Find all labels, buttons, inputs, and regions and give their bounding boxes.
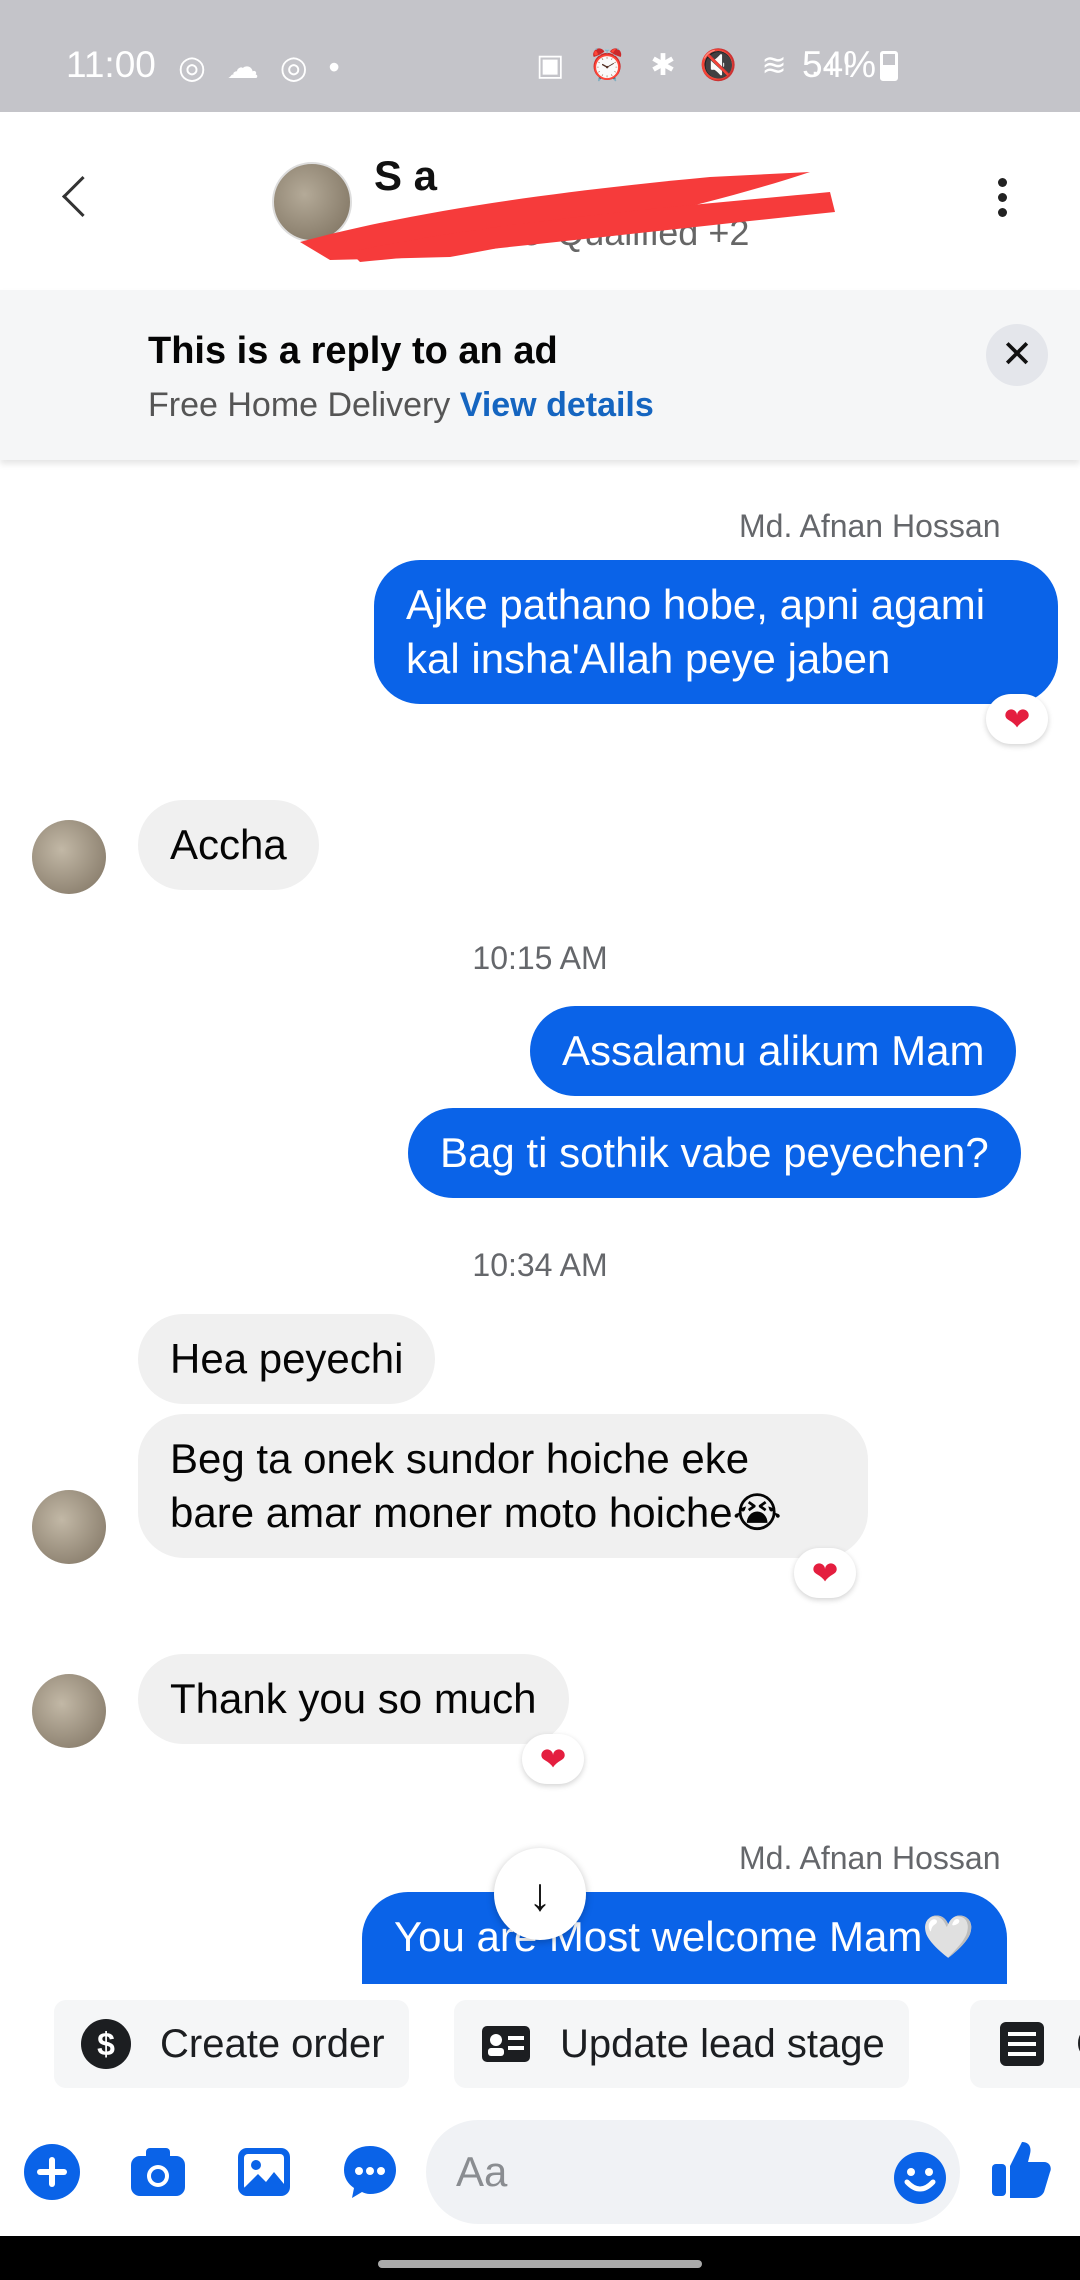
timestamp-separator: 10:34 AM (472, 1247, 608, 1283)
update-lead-stage-label: Update lead stage (560, 2022, 885, 2066)
incoming-message[interactable]: Beg ta onek sundor hoiche eke bare amar … (138, 1414, 868, 1558)
update-lead-stage-button[interactable]: Update lead stage (454, 2000, 909, 2088)
contact-avatar-small[interactable] (32, 820, 106, 894)
status-time: 11:00 (66, 44, 156, 85)
emoji-icon[interactable] (892, 2150, 948, 2206)
heart-reaction-icon[interactable]: ❤ (522, 1734, 584, 1784)
ad-reply-banner: This is a reply to an ad Free Home Deliv… (0, 290, 1080, 460)
ad-banner-title: This is a reply to an ad (148, 330, 558, 372)
outgoing-message[interactable]: Ajke pathano hobe, apni agami kal insha'… (374, 560, 1058, 704)
incoming-message[interactable]: Thank you so much (138, 1654, 569, 1744)
back-button[interactable] (52, 168, 102, 228)
battery-icon (880, 51, 899, 81)
battery-percent: 54% (802, 44, 877, 85)
home-handle[interactable] (378, 2260, 702, 2268)
scroll-to-bottom-button[interactable]: ↓ (494, 1848, 586, 1940)
notification-icons: ◎ ☁ ◎ • (178, 49, 346, 85)
third-quick-action-button[interactable]: C (970, 2000, 1080, 2088)
sender-label: Md. Afnan Hossan (739, 508, 1001, 544)
contact-card-icon (482, 2026, 530, 2062)
plus-icon[interactable] (22, 2142, 82, 2202)
timestamp-separator: 10:15 AM (472, 940, 608, 976)
outgoing-message[interactable]: You are Most welcome Mam🤍 (362, 1892, 1007, 1984)
contact-avatar-small[interactable] (32, 1674, 106, 1748)
ad-subtitle-text: Free Home Delivery (148, 386, 451, 424)
sender-label: Md. Afnan Hossan (739, 1840, 1001, 1876)
incoming-message[interactable]: Accha (138, 800, 319, 890)
svg-text:$: $ (97, 2026, 115, 2062)
camera-icon[interactable] (128, 2142, 188, 2202)
create-order-button[interactable]: $ Create order (54, 2000, 409, 2088)
ad-banner-subtitle: Free Home Delivery View details (148, 386, 654, 425)
conversation-header: S a Intake ⊗ Qualified +2 (0, 112, 1080, 290)
create-order-label: Create order (160, 2022, 385, 2066)
dot-icon (997, 208, 1007, 217)
message-input[interactable] (426, 2120, 960, 2224)
contact-avatar-small[interactable] (32, 1490, 106, 1564)
chat-bubble-icon[interactable] (340, 2142, 400, 2202)
messenger-screen: 11:00 ◎ ☁ ◎ • ▣ ⏰ ✱ 🔇 ≋ .ıl 54% S a Inta… (0, 0, 1080, 2280)
dollar-icon: $ (81, 2019, 131, 2069)
dot-icon (997, 178, 1007, 187)
dot-icon (997, 193, 1007, 202)
third-quick-action-label: C (1076, 2022, 1080, 2066)
incoming-message[interactable]: Hea peyechi (138, 1314, 436, 1404)
heart-reaction-icon[interactable]: ❤ (986, 694, 1048, 744)
heart-reaction-icon[interactable]: ❤ (794, 1548, 856, 1598)
outgoing-message[interactable]: Assalamu alikum Mam (530, 1006, 1017, 1096)
thumbs-up-icon[interactable] (988, 2136, 1054, 2202)
quick-actions-bar: $ Create order Update lead stage C (0, 1986, 1080, 2106)
message-composer (0, 2106, 1080, 2236)
battery-level: 54% (802, 44, 899, 86)
gallery-icon[interactable] (234, 2142, 294, 2202)
more-options-button[interactable] (982, 178, 1022, 228)
view-details-link[interactable]: View details (460, 386, 654, 424)
status-bar: 11:00 ◎ ☁ ◎ • ▣ ⏰ ✱ 🔇 ≋ .ıl 54% (0, 0, 1080, 112)
outgoing-message[interactable]: Bag ti sothik vabe peyechen? (408, 1108, 1021, 1198)
close-banner-button[interactable]: ✕ (986, 324, 1048, 386)
document-icon (1000, 2022, 1044, 2066)
system-navigation-bar (0, 2236, 1080, 2280)
redaction-scribble (300, 172, 835, 262)
